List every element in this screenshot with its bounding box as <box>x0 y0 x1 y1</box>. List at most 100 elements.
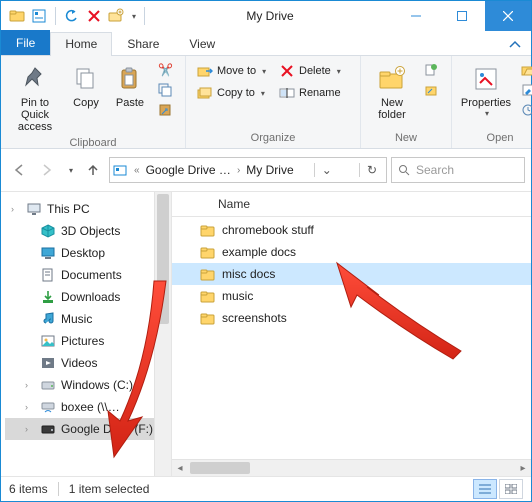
copy-button[interactable]: Copy <box>65 60 107 112</box>
tree-node-pc[interactable]: ›This PC <box>5 198 171 220</box>
file-list[interactable]: chromebook stuffexample docs misc docs mus… <box>172 217 531 459</box>
properties-qat-icon[interactable] <box>31 8 47 24</box>
edit-icon <box>521 83 532 97</box>
desktop-icon <box>40 245 56 261</box>
content-hscrollbar[interactable]: ◂ ▸ <box>172 459 531 476</box>
downloads-icon <box>40 289 56 305</box>
tree-node-desktop[interactable]: Desktop <box>5 242 171 264</box>
easy-access-icon <box>424 83 438 97</box>
move-to-label: Move to <box>217 65 256 77</box>
paste-shortcut-icon <box>158 103 172 117</box>
paste-button[interactable]: Paste <box>109 60 151 112</box>
expand-icon[interactable]: › <box>25 424 35 434</box>
list-item[interactable]: screenshots <box>172 307 531 329</box>
move-to-button[interactable]: Move to▾ <box>192 60 272 82</box>
refresh-button[interactable]: ↻ <box>359 163 384 177</box>
group-open-label: Open <box>487 131 514 146</box>
minimize-button[interactable] <box>393 1 439 31</box>
tree-node-videos[interactable]: Videos <box>5 352 171 374</box>
recent-locations-button[interactable]: ▾ <box>63 158 77 182</box>
list-item[interactable]: misc docs <box>172 263 531 285</box>
status-bar: 6 items 1 item selected <box>1 476 531 501</box>
explorer-window: ▾ My Drive File Home Share View Pin to Q… <box>0 0 532 502</box>
pin-to-quick-access-button[interactable]: Pin to Quick access <box>7 60 63 136</box>
folder-icon <box>9 8 25 24</box>
address-dropdown-button[interactable]: ⌄ <box>314 163 339 177</box>
move-to-icon <box>197 63 213 79</box>
tree-node-label: 3D Objects <box>61 224 120 238</box>
close-button[interactable] <box>485 1 531 31</box>
tab-view[interactable]: View <box>174 32 230 56</box>
edit-button[interactable] <box>518 80 532 100</box>
navpane-scrollbar-thumb[interactable] <box>157 194 169 324</box>
paste-label: Paste <box>116 97 144 109</box>
copy-path-button[interactable] <box>155 80 179 100</box>
undo-qat-icon[interactable] <box>64 8 80 24</box>
copy-to-icon <box>197 85 213 101</box>
tree-node-netdrive[interactable]: ›boxee (\\… <box>5 396 171 418</box>
forward-button[interactable] <box>35 158 59 182</box>
folder-icon <box>200 266 216 282</box>
tab-share[interactable]: Share <box>112 32 174 56</box>
hscroll-right[interactable]: ▸ <box>515 463 531 474</box>
new-folder-button[interactable]: New folder <box>367 60 417 124</box>
easy-access-button[interactable] <box>421 80 445 100</box>
back-button[interactable] <box>7 158 31 182</box>
properties-button[interactable]: Properties ▾ <box>458 60 514 121</box>
expand-icon[interactable]: › <box>11 204 21 214</box>
breadcrumb-current[interactable]: My Drive <box>246 163 293 177</box>
hscroll-thumb[interactable] <box>190 462 250 474</box>
copy-to-button[interactable]: Copy to▾ <box>192 82 272 104</box>
list-item[interactable]: chromebook stuff <box>172 219 531 241</box>
tree-node-label: Music <box>61 312 92 326</box>
expand-icon[interactable]: › <box>25 402 35 412</box>
open-button[interactable] <box>518 60 532 80</box>
tree-node-3d[interactable]: 3D Objects <box>5 220 171 242</box>
new-item-button[interactable] <box>421 60 445 80</box>
tree-node-label: Windows (C:) <box>61 378 133 392</box>
maximize-button[interactable] <box>439 1 485 31</box>
chevron-left-icon[interactable]: « <box>134 165 140 176</box>
ribbon-collapse-button[interactable] <box>499 35 531 55</box>
item-name: screenshots <box>222 311 287 325</box>
cut-button[interactable]: ✂️ <box>155 60 179 80</box>
column-header-name[interactable]: Name <box>172 192 531 217</box>
chevron-right-icon[interactable]: › <box>237 165 240 176</box>
navigation-pane: ›This PC 3D Objects DesktopDocumentsDownlo… <box>1 192 172 476</box>
tab-home[interactable]: Home <box>50 32 112 56</box>
new-folder-qat-icon[interactable] <box>108 8 124 24</box>
navpane-scrollbar[interactable] <box>154 192 171 476</box>
paste-shortcut-button[interactable] <box>155 100 179 120</box>
up-button[interactable] <box>81 158 105 182</box>
thumbnails-view-button[interactable] <box>499 479 523 499</box>
tab-file[interactable]: File <box>1 30 50 55</box>
window-controls <box>393 1 531 31</box>
item-name: misc docs <box>222 267 275 281</box>
hscroll-left[interactable]: ◂ <box>172 463 188 474</box>
details-view-button[interactable] <box>473 479 497 499</box>
search-box[interactable]: Search <box>391 157 525 183</box>
ribbon-tabs: File Home Share View <box>1 31 531 56</box>
videos-icon <box>40 355 56 371</box>
delete-qat-icon[interactable] <box>86 8 102 24</box>
3d-icon <box>40 223 56 239</box>
delete-button[interactable]: Delete▾ <box>274 60 354 82</box>
tree-node-drive[interactable]: › Windows (C:) <box>5 374 171 396</box>
history-button[interactable] <box>518 100 532 120</box>
tree-node-downloads[interactable]: Downloads <box>5 286 171 308</box>
tree-node-gdrive[interactable]: ›Google Drive (F:) <box>5 418 171 440</box>
rename-button[interactable]: Rename <box>274 82 354 104</box>
delete-icon <box>279 63 295 79</box>
list-item[interactable]: example docs <box>172 241 531 263</box>
tree-node-pictures[interactable]: Pictures <box>5 330 171 352</box>
copy-icon <box>70 63 102 95</box>
tree-node-music[interactable]: Music <box>5 308 171 330</box>
expand-icon[interactable]: › <box>25 380 35 390</box>
address-bar[interactable]: « Google Drive … › My Drive ⌄ ↻ <box>109 157 387 183</box>
gdrive-icon <box>40 421 56 437</box>
breadcrumb-parent[interactable]: Google Drive … <box>146 163 231 177</box>
qat-dropdown-icon[interactable]: ▾ <box>132 12 136 21</box>
netdrive-icon <box>40 399 56 415</box>
list-item[interactable]: music <box>172 285 531 307</box>
tree-node-documents[interactable]: Documents <box>5 264 171 286</box>
